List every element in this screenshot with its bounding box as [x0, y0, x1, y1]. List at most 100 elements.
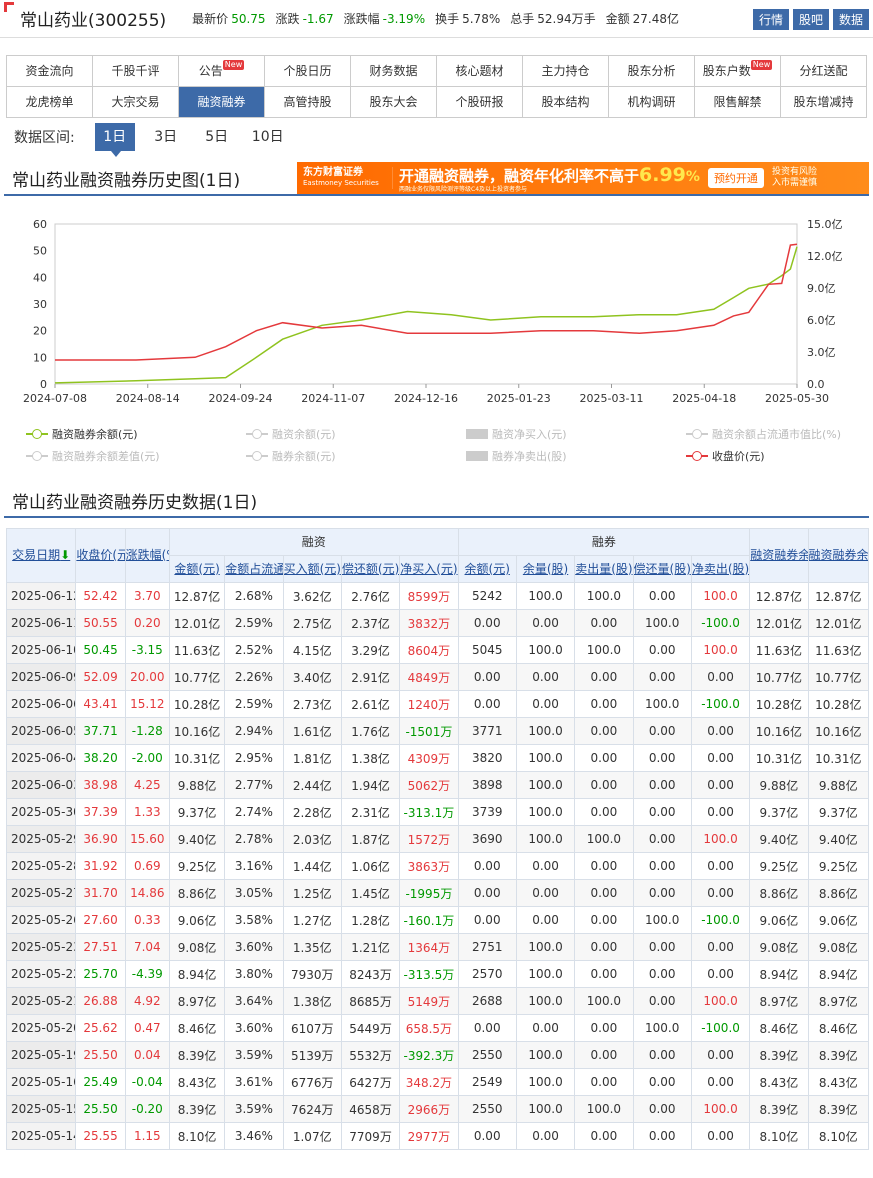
range-option-3[interactable]: 10日 [248, 123, 288, 151]
table-cell: 9.25亿 [807, 852, 870, 880]
quote-button[interactable]: 行情 [752, 9, 789, 30]
cell-date: 2025-06-06 [5, 690, 77, 718]
table-row: 2025-06-12 52.42 3.70 12.87亿 2.68% 3.62亿 2.76亿… [5, 582, 870, 610]
table-row: 2025-05-23 27.51 7.04 9.08亿 3.60% 1.35亿 1.21亿 1… [5, 933, 870, 961]
nav-item-row2-6[interactable]: 股本结构 [523, 87, 609, 118]
nav-label: 股东分析 [627, 64, 676, 78]
nav-item-row2-7[interactable]: 机构调研 [609, 87, 695, 118]
range-option-1[interactable]: 3日 [146, 123, 186, 151]
table-cell: 0.00 [632, 798, 692, 826]
table-cell: 9.06亿 [807, 906, 870, 934]
col-rz-3[interactable]: 偿还额(元) [340, 555, 401, 583]
nav-item-row1-2[interactable]: 公告 New [179, 56, 265, 87]
table-cell: 100.0 [574, 825, 634, 853]
table-cell: 8.94亿 [807, 960, 870, 988]
x-tick-label: 2024-07-08 [23, 392, 87, 405]
nav-label: 大宗交易 [111, 95, 160, 109]
new-badge: New [750, 60, 773, 70]
nav-item-row1-8[interactable]: 股东户数 New [695, 56, 781, 87]
col-change[interactable]: 涨跌幅(%) [124, 528, 170, 583]
table-cell: 5242 [457, 582, 517, 610]
nav-item-row2-2[interactable]: 融资融券 [179, 87, 265, 118]
col-rz-0[interactable]: 金额(元) [168, 555, 226, 583]
table-cell: 5062万 [399, 771, 459, 799]
col-date[interactable]: 交易日期⬇ [5, 528, 77, 583]
quote-0: 最新价 50.75 [192, 10, 265, 27]
table-cell: 52.42 [75, 582, 126, 610]
cell-date: 2025-06-03 [5, 771, 77, 799]
nav-item-row2-9[interactable]: 股东增减持 [781, 87, 867, 118]
guba-button[interactable]: 股吧 [792, 9, 829, 30]
table-section-header: 常山药业融资融券历史数据(1日) [4, 484, 869, 518]
col-rq-4[interactable]: 净卖出(股) [690, 555, 751, 583]
legend-line-icon [246, 429, 268, 439]
col-rz-4[interactable]: 净买入(元) [399, 555, 459, 583]
nav-item-row2-3[interactable]: 高管持股 [265, 87, 351, 118]
table-cell: 3.40亿 [282, 663, 342, 691]
range-option-2[interactable]: 5日 [197, 123, 237, 151]
nav-item-row1-0[interactable]: 资金流向 [7, 56, 93, 87]
y-left-tick: 20 [33, 325, 47, 338]
nav-item-row2-4[interactable]: 股东大会 [351, 87, 437, 118]
table-cell: 11.63亿 [168, 636, 226, 664]
nav-item-row1-1[interactable]: 千股千评 [93, 56, 179, 87]
ad-open-button[interactable]: 预约开通 [707, 168, 764, 188]
table-cell: 8.86亿 [749, 879, 809, 907]
table-cell: 8599万 [399, 582, 459, 610]
corner-mark-icon [4, 2, 14, 12]
col-rz-2[interactable]: 买入额(元) [282, 555, 342, 583]
table-cell: 8.86亿 [168, 879, 226, 907]
cell-date: 2025-05-28 [5, 852, 77, 880]
table-cell: 9.88亿 [168, 771, 226, 799]
series-line-0 [54, 246, 798, 384]
legend-item-7[interactable]: 收盘价(元) [686, 448, 873, 464]
table-cell: 9.37亿 [749, 798, 809, 826]
nav-item-row1-6[interactable]: 主力持仓 [523, 56, 609, 87]
nav-item-row1-3[interactable]: 个股日历 [265, 56, 351, 87]
sort-down-icon[interactable]: ⬇ [60, 548, 70, 562]
col-balance-diff[interactable]: 融资融券余额差值(元) [807, 528, 870, 583]
margin-ad-banner[interactable]: 东方财富证券 Eastmoney Securities 开通融资融券，融资年化利… [297, 162, 869, 194]
table-cell: 8.86亿 [807, 879, 870, 907]
table-cell: 31.92 [75, 852, 126, 880]
table-cell: 0.20 [124, 609, 170, 637]
table-cell: 100.0 [690, 582, 751, 610]
col-rq-1[interactable]: 余量(股) [515, 555, 576, 583]
quote-label: 涨跌 [275, 12, 300, 26]
nav-item-row2-1[interactable]: 大宗交易 [93, 87, 179, 118]
col-rq-0[interactable]: 余额(元) [457, 555, 517, 583]
col-close[interactable]: 收盘价(元) [75, 528, 126, 583]
legend-item-6[interactable]: 融券净卖出(股) [466, 448, 686, 464]
nav-item-row2-8[interactable]: 限售解禁 [695, 87, 781, 118]
col-rq-2[interactable]: 卖出量(股) [574, 555, 634, 583]
nav-label: 财务数据 [369, 64, 418, 78]
nav-item-row1-4[interactable]: 财务数据 [351, 56, 437, 87]
table-cell: 0.00 [574, 663, 634, 691]
data-button[interactable]: 数据 [832, 9, 869, 30]
legend-item-5[interactable]: 融券余额(元) [246, 448, 466, 464]
table-cell: 0.00 [574, 960, 634, 988]
table-cell: 0.00 [457, 906, 517, 934]
table-cell: 0.00 [632, 663, 692, 691]
col-total-balance[interactable]: 融资融券余额(元) [749, 528, 809, 583]
nav-item-row1-5[interactable]: 核心题材 [437, 56, 523, 87]
table-cell: 8.46亿 [749, 1014, 809, 1042]
col-rz-1[interactable]: 金额占流通市值比 [224, 555, 284, 583]
table-cell: 0.00 [690, 717, 751, 745]
nav-label: 资金流向 [25, 64, 74, 78]
nav-item-row1-9[interactable]: 分红送配 [781, 56, 867, 87]
nav-item-row2-0[interactable]: 龙虎榜单 [7, 87, 93, 118]
legend-line-icon [26, 429, 48, 439]
range-option-0[interactable]: 1日 [94, 123, 135, 157]
table-cell: 0.00 [632, 582, 692, 610]
y-right-tick: 0.0 [807, 378, 825, 391]
nav-item-row2-5[interactable]: 个股研报 [437, 87, 523, 118]
table-cell: 8604万 [399, 636, 459, 664]
table-cell: 0.00 [574, 744, 634, 772]
table-cell: -313.1万 [399, 798, 459, 826]
table-cell: 11.63亿 [807, 636, 870, 664]
nav-item-row1-7[interactable]: 股东分析 [609, 56, 695, 87]
legend-item-4[interactable]: 融资融券余额差值(元) [26, 448, 246, 464]
col-rq-3[interactable]: 偿还量(股) [632, 555, 692, 583]
table-cell: 9.88亿 [749, 771, 809, 799]
